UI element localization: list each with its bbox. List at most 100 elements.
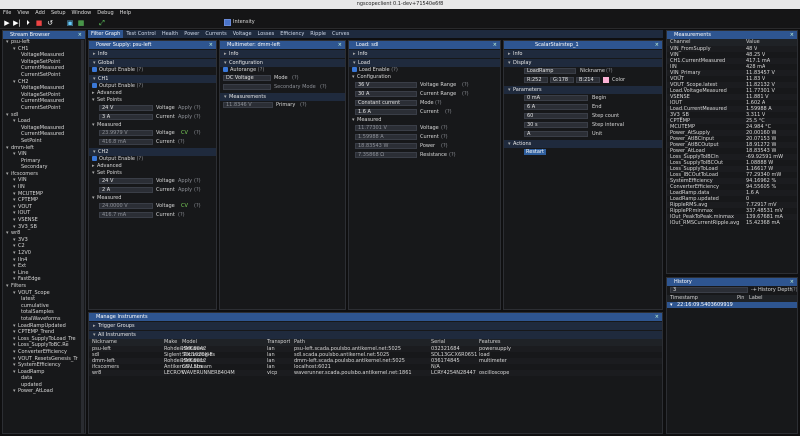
end-input[interactable]: 6 A (524, 104, 588, 110)
ch1-measured[interactable]: ▾ Measured (89, 122, 216, 129)
step-interval-input[interactable]: 30 s (524, 122, 588, 128)
menu-view[interactable]: View (14, 9, 32, 17)
tree-item[interactable]: ▾ CH1 (3, 46, 85, 53)
tree-item[interactable]: cumulative (3, 303, 85, 310)
menu-setup[interactable]: Setup (48, 9, 69, 17)
ch2-section[interactable]: ▾ CH2 (89, 148, 216, 156)
tree-item[interactable]: updated (3, 382, 85, 389)
nickname-input[interactable]: LoadRamp (524, 68, 576, 74)
checkbox-icon[interactable] (223, 67, 228, 72)
tree-item[interactable]: ▾ IIN (3, 184, 85, 191)
secondary-mode-select[interactable] (223, 84, 271, 90)
tab-filter-graph[interactable]: Filter Graph (88, 30, 124, 38)
tree-item[interactable]: ▾ 3V3_SB (3, 224, 85, 231)
trigger-arm-icon[interactable]: ▶ (3, 19, 11, 27)
ch1-output-enable[interactable]: Output Enable (?) (89, 83, 216, 90)
tree-item[interactable]: ▾ CPTEMP (3, 197, 85, 204)
tree-item[interactable]: ▾ VOUT_ResetsGenesis_Tr (3, 356, 85, 363)
ch1-voltage-input[interactable]: 24 V (99, 105, 153, 111)
tab-currents[interactable]: Currents (202, 30, 229, 38)
stop-icon[interactable]: ■ (35, 19, 43, 27)
menu-help[interactable]: Help (117, 9, 134, 17)
layout-icon[interactable]: ▣ (66, 19, 74, 27)
load-enable[interactable]: Load Enable (?) (349, 67, 500, 74)
tree-item[interactable]: ▾ ifcscomers (3, 171, 85, 178)
begin-input[interactable]: 0 mA (524, 95, 588, 101)
intensity-slider[interactable] (224, 19, 231, 26)
unit-select[interactable]: A (524, 131, 588, 137)
checkbox-icon[interactable] (92, 156, 97, 161)
history-depth-input[interactable]: 3 (670, 287, 748, 293)
ch2-current-input[interactable]: 2 A (99, 187, 153, 193)
tree-item[interactable]: ▾ FastEdge (3, 276, 85, 283)
measurements-section[interactable]: ▾ Measurements (220, 93, 345, 101)
instrument-row[interactable]: wr8 LECROY WAVERUNNER8404M vicp waverunner.s… (89, 370, 662, 376)
trigger-groups-section[interactable]: ▸ Trigger Groups (89, 322, 662, 330)
fullscreen-icon[interactable]: ⤢ (98, 19, 106, 27)
apply-button[interactable]: Apply (178, 178, 192, 185)
info-section[interactable]: ▸ Info (349, 50, 500, 58)
measurement-row[interactable]: IOut_RMSCurrentRipple.avg 15.42368 mA (667, 220, 797, 226)
tree-item[interactable]: ▾ VIN (3, 151, 85, 158)
apply-button[interactable]: Apply (178, 114, 192, 121)
ch2-output-enable[interactable]: Output Enable (?) (89, 156, 216, 163)
history-depth-stepper[interactable]: -+ (751, 287, 757, 294)
tree-item[interactable]: ▾ dmm-left (3, 145, 85, 152)
tree-item[interactable]: ▾ Load (3, 118, 85, 125)
checkbox-icon[interactable] (352, 67, 357, 72)
close-icon[interactable]: × (655, 313, 659, 321)
tree-item[interactable]: ▾ C2 (3, 243, 85, 250)
tree-item[interactable]: CurrentSetPoint (3, 72, 85, 79)
menu-file[interactable]: File (0, 9, 14, 17)
tree-item[interactable]: VoltageMeasured (3, 85, 85, 92)
current-range-select[interactable]: 30 A (355, 91, 417, 97)
tree-item[interactable]: data (3, 375, 85, 382)
tree-item[interactable]: ▾ 12V0 (3, 250, 85, 257)
close-icon[interactable]: × (655, 41, 659, 49)
color-r[interactable]: R:252 (524, 77, 548, 83)
set-point-input[interactable]: 1.6 A (355, 109, 417, 115)
tab-efficiency[interactable]: Efficiency (277, 30, 307, 38)
tree-item[interactable]: ▾ Line (3, 270, 85, 277)
tree-item[interactable]: ▾ CPTEMP_Trend (3, 329, 85, 336)
checkbox-icon[interactable] (92, 83, 97, 88)
load-section[interactable]: ▾ Load (349, 59, 500, 67)
color-b[interactable]: B:214 (576, 77, 600, 83)
step-count-input[interactable]: 60 (524, 113, 588, 119)
close-icon[interactable]: × (493, 41, 497, 49)
tree-item[interactable]: ▾ 3V3 (3, 237, 85, 244)
display-section[interactable]: ▾ Display (504, 59, 662, 67)
trigger-force-icon[interactable]: ⏵ (24, 19, 32, 27)
global-output-enable[interactable]: Output Enable (?) (89, 67, 216, 74)
menu-debug[interactable]: Debug (94, 9, 116, 17)
close-icon[interactable]: × (790, 31, 794, 39)
tree-item[interactable]: latest (3, 296, 85, 303)
ch1-advanced[interactable]: ▸ Advanced (89, 90, 216, 97)
tree-item[interactable]: VoltageSetPoint (3, 59, 85, 66)
ch1-section[interactable]: ▾ CH1 (89, 75, 216, 83)
autorange-checkbox[interactable]: Autorange (?) (220, 67, 345, 74)
tab-health[interactable]: Health (159, 30, 181, 38)
all-instruments-section[interactable]: ▾ All Instruments (89, 331, 662, 339)
tree-item[interactable]: CurrentMeasured (3, 65, 85, 72)
tree-item[interactable]: ▾ Loss_SupplyToBC.Re (3, 342, 85, 349)
tree-item[interactable]: ▾ VIN (3, 177, 85, 184)
tree-item[interactable]: ▾ LoadRampUpdated (3, 323, 85, 330)
tree-item[interactable]: SetPoint (3, 138, 85, 145)
tree-item[interactable]: Primary (3, 158, 85, 165)
global-section[interactable]: ▾ Global (89, 59, 216, 67)
tree-item[interactable]: ▾ wr8 (3, 230, 85, 237)
tree-item[interactable]: ▾ psu-left (3, 39, 85, 46)
menu-add[interactable]: Add (32, 9, 48, 17)
color-g[interactable]: G:178 (550, 77, 574, 83)
tree-item[interactable]: ▾ Power_AtLoad (3, 388, 85, 395)
ch2-set-points[interactable]: ▾ Set Points (89, 170, 216, 177)
tree-item[interactable]: CurrentMeasured (3, 131, 85, 138)
voltage-range-select[interactable]: 36 V (355, 82, 417, 88)
ch1-current-input[interactable]: 3 A (99, 114, 153, 120)
tree-item[interactable]: ▾ LoadRamp (3, 369, 85, 376)
restart-button[interactable]: Restart (524, 149, 546, 155)
tree-item[interactable]: CurrentMeasured (3, 98, 85, 105)
tree-item[interactable]: VoltageMeasured (3, 52, 85, 59)
tree-item[interactable]: ▾ sdl (3, 112, 85, 119)
